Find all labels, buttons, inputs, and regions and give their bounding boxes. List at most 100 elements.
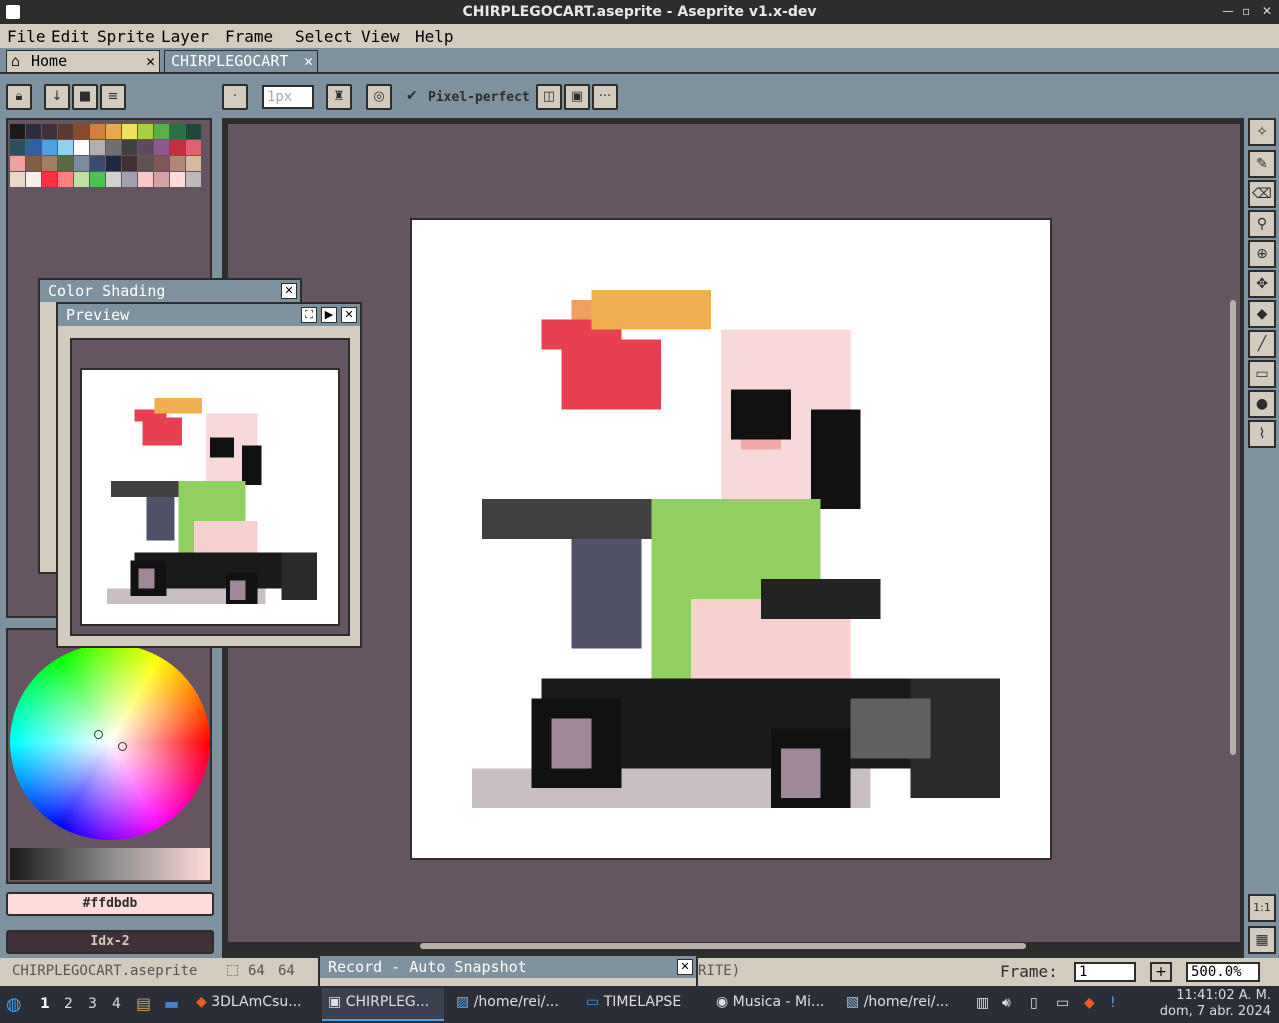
- palette-swatch[interactable]: [74, 140, 89, 155]
- palette-swatch[interactable]: [74, 156, 89, 171]
- close-window-button[interactable]: ✕: [1262, 4, 1272, 18]
- move-icon[interactable]: ✥: [1248, 270, 1276, 298]
- palette-swatch[interactable]: [26, 172, 41, 187]
- menu-help[interactable]: Help: [415, 27, 454, 46]
- start-menu-icon[interactable]: ◍: [6, 994, 22, 1015]
- fill-icon[interactable]: ◆: [1248, 300, 1276, 328]
- play-icon[interactable]: ▶: [321, 307, 337, 323]
- maximize-button[interactable]: ▫: [1242, 4, 1250, 18]
- tray-icon[interactable]: ▥: [976, 995, 989, 1011]
- palette-swatch[interactable]: [42, 140, 57, 155]
- palette-swatch[interactable]: [74, 124, 89, 139]
- frame-input[interactable]: 1: [1074, 962, 1136, 982]
- close-icon[interactable]: ✕: [146, 52, 155, 70]
- palette-swatch[interactable]: [26, 156, 41, 171]
- ink-icon[interactable]: ♜: [326, 84, 352, 110]
- palette-swatch[interactable]: [90, 140, 105, 155]
- monitor-icon[interactable]: ▭: [1056, 995, 1069, 1011]
- line-icon[interactable]: ╱: [1248, 330, 1276, 358]
- close-icon[interactable]: ✕: [341, 307, 357, 323]
- palette-swatch[interactable]: [186, 172, 201, 187]
- brush-shape-button[interactable]: ·: [222, 84, 248, 110]
- menu-frame[interactable]: Frame: [225, 27, 273, 46]
- square-icon[interactable]: ■: [72, 84, 98, 110]
- task-image-viewer[interactable]: ▨ /home/rei/...: [456, 994, 559, 1010]
- close-icon[interactable]: ✕: [304, 52, 313, 70]
- vertical-scrollbar[interactable]: [1230, 300, 1236, 755]
- menu-lines-icon[interactable]: ≡: [100, 84, 126, 110]
- sprite-canvas[interactable]: [410, 218, 1052, 860]
- palette-swatch[interactable]: [170, 156, 185, 171]
- palette-swatch[interactable]: [186, 156, 201, 171]
- palette-swatch[interactable]: [122, 172, 137, 187]
- color-wheel[interactable]: [10, 644, 210, 840]
- files-icon[interactable]: ▤: [136, 994, 151, 1013]
- palette-swatch[interactable]: [154, 140, 169, 155]
- menu-select[interactable]: Select: [295, 27, 353, 46]
- palette-swatch[interactable]: [138, 140, 153, 155]
- palette-swatch[interactable]: [90, 124, 105, 139]
- palette-swatch[interactable]: [106, 124, 121, 139]
- palette-swatch[interactable]: [26, 124, 41, 139]
- zoom-input[interactable]: 500.0%: [1186, 962, 1260, 982]
- close-icon[interactable]: ✕: [677, 959, 693, 975]
- palette-swatch[interactable]: [58, 124, 73, 139]
- menu-sprite[interactable]: Sprite: [97, 27, 155, 46]
- color-ramp[interactable]: [10, 848, 210, 880]
- zoom-1-1-icon[interactable]: 1:1: [1248, 894, 1276, 922]
- brush-size-input[interactable]: 1px: [262, 85, 314, 109]
- lock-icon[interactable]: 🔒︎: [6, 84, 32, 110]
- add-frame-button[interactable]: +: [1150, 962, 1172, 982]
- preview-canvas[interactable]: [80, 368, 340, 626]
- volume-icon[interactable]: 🔊︎: [1002, 995, 1011, 1011]
- tab-document[interactable]: CHIRPLEGOCART ✕: [164, 50, 318, 73]
- minimize-button[interactable]: —: [1222, 4, 1234, 18]
- timeline-icon[interactable]: ▦: [1248, 926, 1276, 954]
- task-music[interactable]: ◉ Musica - Mi...: [716, 994, 824, 1010]
- menu-layer[interactable]: Layer: [161, 27, 209, 46]
- palette-swatch[interactable]: [58, 172, 73, 187]
- more-options-button[interactable]: ···: [592, 84, 618, 110]
- palette-swatch[interactable]: [122, 140, 137, 155]
- palette-swatch[interactable]: [170, 124, 185, 139]
- palette-swatch[interactable]: [170, 140, 185, 155]
- magic-wand-icon[interactable]: ✧: [1248, 118, 1276, 146]
- horizontal-scrollbar[interactable]: [420, 943, 1026, 949]
- menu-edit[interactable]: Edit: [51, 27, 90, 46]
- palette-swatch[interactable]: [138, 172, 153, 187]
- menu-file[interactable]: File: [7, 27, 46, 46]
- eyedropper-icon[interactable]: ⚲: [1248, 210, 1276, 238]
- palette-swatch[interactable]: [10, 124, 25, 139]
- brave-tray-icon[interactable]: ◆: [1084, 995, 1095, 1011]
- palette-swatch[interactable]: [58, 140, 73, 155]
- palette-swatch[interactable]: [90, 172, 105, 187]
- task-editor[interactable]: ▧ /home/rei/...: [846, 994, 949, 1010]
- palette-swatch[interactable]: [26, 140, 41, 155]
- maximize-icon[interactable]: ⛶: [301, 307, 317, 323]
- palette-swatch[interactable]: [106, 172, 121, 187]
- symmetry-icon[interactable]: ◫: [536, 84, 562, 110]
- menu-view[interactable]: View: [361, 27, 400, 46]
- palette-swatch[interactable]: [138, 124, 153, 139]
- tab-home[interactable]: ⌂ Home ✕: [6, 50, 160, 73]
- palette-swatch[interactable]: [10, 172, 25, 187]
- rectangle-icon[interactable]: ▭: [1248, 360, 1276, 388]
- task-folder[interactable]: ▭ TIMELAPSE: [586, 994, 681, 1010]
- palette-swatch[interactable]: [74, 172, 89, 187]
- palette-swatch[interactable]: [186, 124, 201, 139]
- palette-swatch[interactable]: [154, 156, 169, 171]
- palette-swatch[interactable]: [106, 156, 121, 171]
- opacity-icon[interactable]: ◎: [366, 84, 392, 110]
- palette-swatch[interactable]: [42, 124, 57, 139]
- tiled-icon[interactable]: ▣: [564, 84, 590, 110]
- workspace-2[interactable]: 2: [64, 996, 73, 1012]
- palette-swatch[interactable]: [42, 172, 57, 187]
- palette-swatch[interactable]: [10, 156, 25, 171]
- clipboard-icon[interactable]: ▯: [1030, 995, 1038, 1011]
- close-icon[interactable]: ✕: [281, 283, 297, 299]
- palette-swatch[interactable]: [122, 156, 137, 171]
- palette-swatch[interactable]: [154, 172, 169, 187]
- zoom-icon[interactable]: ⊕: [1248, 240, 1276, 268]
- palette-swatch[interactable]: [90, 156, 105, 171]
- task-browser[interactable]: ◆ 3DLAmCsu...: [196, 994, 302, 1010]
